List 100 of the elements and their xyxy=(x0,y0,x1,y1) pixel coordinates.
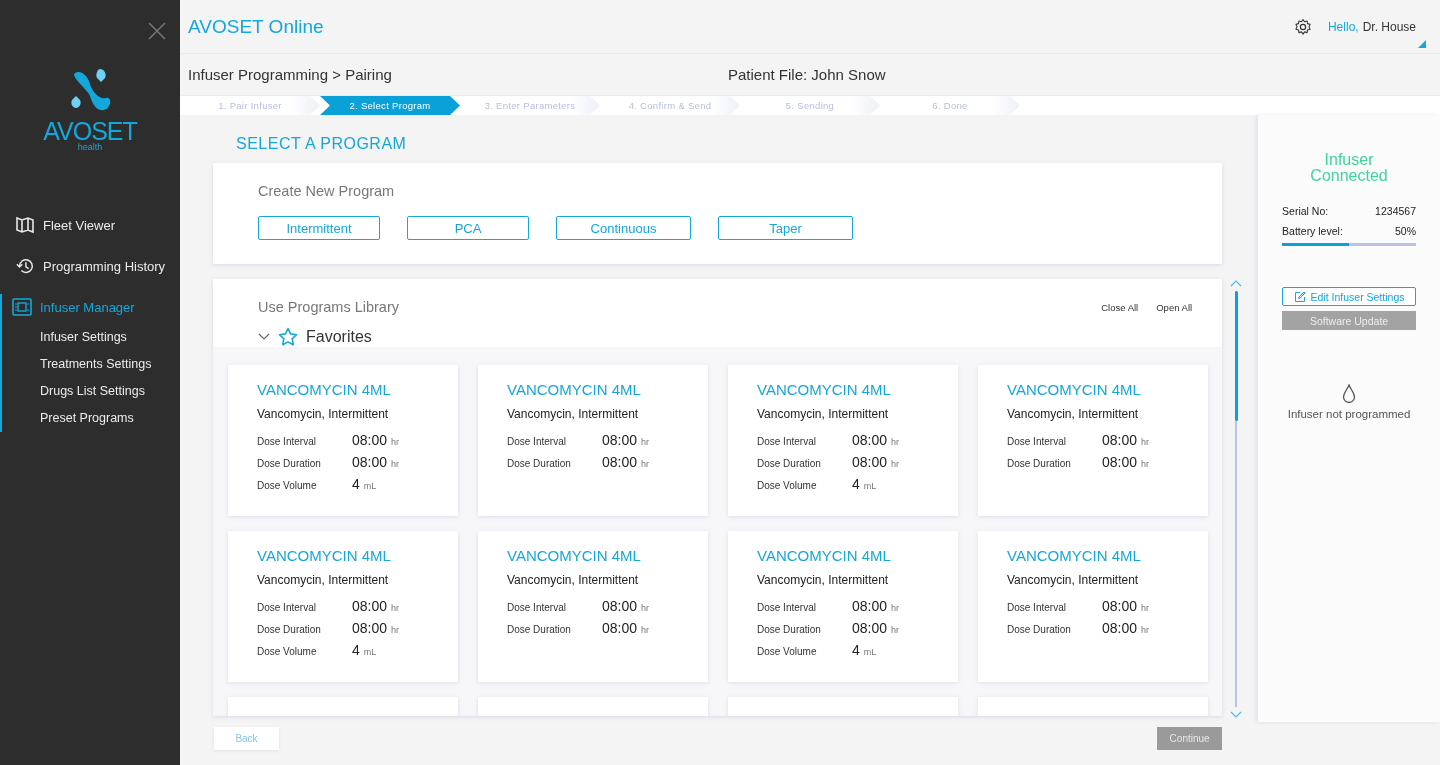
panel-title: Create New Program xyxy=(258,183,396,199)
brand-name: AVOSET xyxy=(43,118,137,144)
field-label: Dose Interval xyxy=(507,602,567,613)
field-value: 4 xyxy=(852,476,860,492)
chevron-down-icon[interactable] xyxy=(1230,711,1243,719)
field-label: Dose Interval xyxy=(257,436,317,447)
field-value: 08:00 xyxy=(352,454,388,470)
card-subtitle: Vancomycin, Intermittent xyxy=(1007,407,1140,421)
card-title: VANCOMYCIN 4ML xyxy=(257,547,392,564)
program-card[interactable]: VANCOMYCIN 4ML Vancomycin, Intermittent Dose Interval 08:00 hr Dose Duration 08:00 hr xyxy=(478,531,708,682)
field-label: Dose Duration xyxy=(757,624,822,635)
field-label: Dose Volume xyxy=(757,646,818,657)
field-value: 08:00 xyxy=(352,432,388,448)
serial-label: Serial No: xyxy=(1282,205,1329,217)
field-label: Dose Duration xyxy=(757,458,822,469)
unit-label: hr xyxy=(391,437,400,447)
unit-label: hr xyxy=(641,603,650,613)
edit-icon xyxy=(1293,290,1306,303)
panel-title: Use Programs Library xyxy=(258,299,399,315)
program-card[interactable]: VANCOMYCIN 4ML Vancomycin, Intermittent Dose Interval 08:00 hr Dose Duration 08:00 hr Dose Volume 4 mL xyxy=(228,531,458,682)
program-card[interactable]: VANCOMYCIN 4ML Vancomycin, Intermittent Dose Interval 08:00 hr Dose Duration 08:00 hr Dose Volume 4 mL xyxy=(728,365,958,516)
program-status: Infuser not programmed xyxy=(1287,408,1411,420)
field-value: 08:00 xyxy=(602,598,638,614)
field-label: Dose Interval xyxy=(507,436,567,447)
unit-label: hr xyxy=(641,625,650,635)
field-value: 08:00 xyxy=(852,432,888,448)
program-card[interactable]: VANCOMYCIN 4ML Vancomycin, Intermittent Dose Interval 08:00 hr Dose Duration 08:00 hr Dose Volume 4 mL xyxy=(228,365,458,516)
card-subtitle: Vancomycin, Intermittent xyxy=(1007,573,1140,587)
field-label: Dose Duration xyxy=(1007,458,1072,469)
dropdown-icon[interactable] xyxy=(1418,39,1426,48)
breadcrumb: Infuser Programming > Pairing xyxy=(188,66,393,83)
nav-subitem[interactable]: Preset Programs xyxy=(2,405,134,432)
card-subtitle: Vancomycin, Intermittent xyxy=(257,407,390,421)
scrollbar[interactable] xyxy=(1235,291,1238,707)
card-title: VANCOMYCIN 4ML xyxy=(507,381,642,398)
card-title: VANCOMYCIN 4ML xyxy=(757,547,892,564)
drop-icon xyxy=(1342,384,1357,404)
field-label: Dose Volume xyxy=(257,480,318,491)
card-subtitle: Vancomycin, Intermittent xyxy=(757,407,890,421)
unit-label: hr xyxy=(641,459,650,469)
field-value: 08:00 xyxy=(1102,454,1138,470)
unit-label: mL xyxy=(363,481,377,491)
program-card[interactable]: VANCOMYCIN 4ML Vancomycin, Intermittent Dose Interval 08:00 hr Dose Duration 08:00 hr Dose Volume 4 mL xyxy=(728,531,958,682)
chevron-up-icon[interactable] xyxy=(1230,279,1243,287)
field-label: Dose Interval xyxy=(1007,602,1067,613)
unit-label: hr xyxy=(891,437,900,447)
card-title: VANCOMYCIN 4ML xyxy=(1007,547,1142,564)
field-value: 08:00 xyxy=(352,620,388,636)
unit-label: hr xyxy=(391,625,400,635)
field-value: 4 xyxy=(352,476,360,492)
patient-file: Patient File: John Snow xyxy=(728,66,886,83)
field-label: Dose Volume xyxy=(757,480,818,491)
field-value: 08:00 xyxy=(1102,598,1138,614)
serial-value: 1234567 xyxy=(1375,205,1416,217)
nav-item[interactable]: Infuser Manager xyxy=(2,294,147,320)
unit-label: hr xyxy=(1141,603,1150,613)
field-label: Dose Interval xyxy=(757,436,817,447)
card-subtitle: Vancomycin, Intermittent xyxy=(757,573,890,587)
field-value: 4 xyxy=(852,642,860,658)
program-card[interactable]: VANCOMYCIN 4ML Vancomycin, Intermittent Dose Interval 08:00 hr Dose Duration 08:00 hr xyxy=(978,531,1208,682)
program-card[interactable]: VANCOMYCIN 4ML Vancomycin, Intermittent Dose Interval 08:00 hr Dose Duration 08:00 hr xyxy=(478,365,708,516)
field-label: Dose Interval xyxy=(257,602,317,613)
star-icon xyxy=(278,327,298,347)
brand-subtitle: health xyxy=(77,142,103,152)
program-card[interactable]: VANCOMYCIN 4ML Vancomycin, Intermittent Dose Interval 08:00 hr Dose Duration 08:00 hr xyxy=(978,365,1208,516)
unit-label: hr xyxy=(1141,459,1150,469)
unit-label: hr xyxy=(891,459,900,469)
close-icon[interactable] xyxy=(148,22,166,40)
field-value: 08:00 xyxy=(602,432,638,448)
unit-label: mL xyxy=(863,481,877,491)
settings-icon[interactable] xyxy=(1293,17,1312,36)
connection-status: Infuser Connected xyxy=(1309,152,1389,184)
field-value: 08:00 xyxy=(602,620,638,636)
chevron-icon[interactable] xyxy=(258,333,270,341)
nav-item[interactable]: Programming History xyxy=(0,253,178,279)
field-value: 08:00 xyxy=(602,454,638,470)
card-title: VANCOMYCIN 4ML xyxy=(757,381,892,398)
unit-label: hr xyxy=(891,603,900,613)
card-title: VANCOMYCIN 4ML xyxy=(257,381,392,398)
nav-subitem[interactable]: Drugs List Settings xyxy=(2,378,145,405)
field-value: 08:00 xyxy=(1102,620,1138,636)
unit-label: mL xyxy=(363,647,377,657)
nav-item[interactable]: Fleet Viewer xyxy=(0,212,127,238)
nav-subitem[interactable]: Infuser Settings xyxy=(2,324,127,351)
unit-label: hr xyxy=(1141,437,1150,447)
card-subtitle: Vancomycin, Intermittent xyxy=(507,573,640,587)
field-label: Dose Duration xyxy=(257,624,322,635)
open-all-link[interactable]: Open All xyxy=(1156,301,1193,313)
unit-label: hr xyxy=(641,437,650,447)
user-name[interactable]: Dr. House xyxy=(1362,19,1416,34)
field-value: 4 xyxy=(352,642,360,658)
greeting-text: Hello, xyxy=(1327,19,1359,34)
close-all-link[interactable]: Close All xyxy=(1101,301,1139,313)
group-title: Favorites xyxy=(306,328,372,346)
field-label: Dose Duration xyxy=(1007,624,1072,635)
nav-subitem[interactable]: Treatments Settings xyxy=(2,351,152,378)
field-label: Dose Duration xyxy=(507,458,572,469)
card-subtitle: Vancomycin, Intermittent xyxy=(507,407,640,421)
unit-label: hr xyxy=(391,459,400,469)
device-icon xyxy=(12,297,32,317)
